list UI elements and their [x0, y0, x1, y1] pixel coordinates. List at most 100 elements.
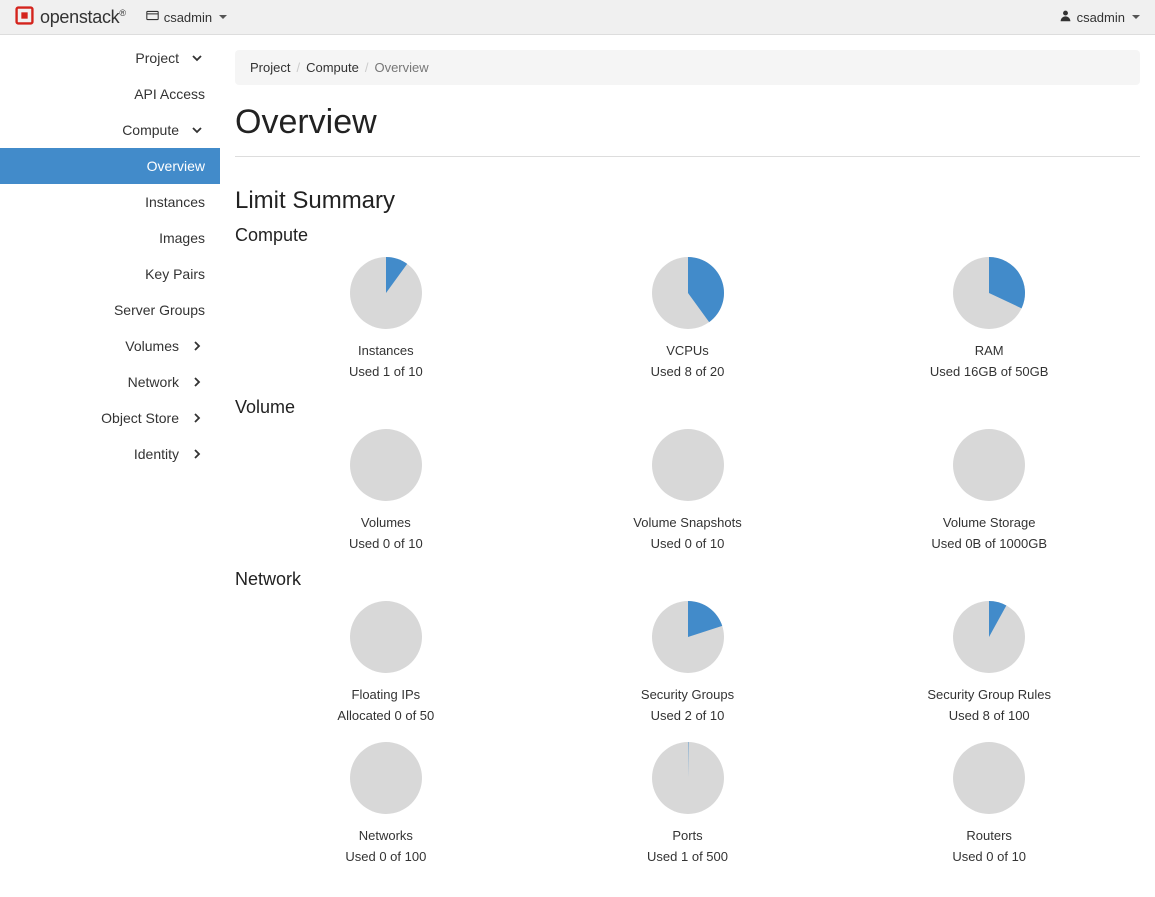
caret-down-icon [219, 15, 227, 19]
domain-selector[interactable]: csadmin [146, 9, 227, 25]
nav-link-overview[interactable]: Overview [0, 148, 220, 184]
user-name: csadmin [1077, 10, 1125, 25]
quota-group-title: Volume [235, 397, 1140, 418]
limit-summary-title: Limit Summary [235, 187, 1140, 215]
quota-label: Networks [359, 828, 413, 843]
quota-label: Volume Storage [943, 515, 1036, 530]
quota-usage: Used 2 of 10 [651, 708, 725, 723]
quota-label: Floating IPs [352, 687, 421, 702]
quota-item-ram: RAM Used 16GB of 50GB [838, 256, 1140, 379]
quota-label: RAM [975, 343, 1004, 358]
nav-link-images[interactable]: Images [0, 220, 220, 256]
quota-item-instances: Instances Used 1 of 10 [235, 256, 537, 379]
quota-group-title: Network [235, 569, 1140, 590]
quota-pie-chart [349, 256, 423, 343]
quota-item-ports: Ports Used 1 of 500 [537, 741, 839, 864]
quota-label: Routers [966, 828, 1012, 843]
quota-label: Instances [358, 343, 414, 358]
quota-usage: Used 0 of 100 [345, 849, 426, 864]
quota-row: Volumes Used 0 of 10 Volume Snapshots Used … [235, 428, 1140, 551]
quota-pie-chart [349, 428, 423, 515]
nav-link-server-groups[interactable]: Server Groups [0, 292, 220, 328]
quota-usage: Used 0 of 10 [952, 849, 1026, 864]
chevron-down-icon [189, 125, 205, 135]
nav-group-volumes[interactable]: Volumes [0, 328, 220, 364]
nav-link-api-access[interactable]: API Access [0, 76, 220, 112]
nav-section-identity[interactable]: Identity [0, 436, 220, 472]
chevron-down-icon [189, 53, 205, 63]
quota-item-floating-ips: Floating IPs Allocated 0 of 50 [235, 600, 537, 723]
quota-pie-chart [651, 256, 725, 343]
quota-label: Ports [672, 828, 702, 843]
quota-pie-chart [651, 600, 725, 687]
nav-link-instances[interactable]: Instances [0, 184, 220, 220]
nav-group-label: Object Store [15, 410, 189, 426]
nav-link-key-pairs[interactable]: Key Pairs [0, 256, 220, 292]
quota-usage: Used 0 of 10 [349, 536, 423, 551]
nav-group-label: Network [15, 374, 189, 390]
quota-label: Volume Snapshots [633, 515, 741, 530]
logo-text: openstack® [40, 7, 126, 28]
nav-group-network[interactable]: Network [0, 364, 220, 400]
nav-section-label: Project [15, 50, 189, 66]
quota-pie-chart [349, 600, 423, 687]
quota-pie-chart [952, 600, 1026, 687]
user-menu[interactable]: csadmin [1059, 9, 1140, 25]
breadcrumb-item: Overview [374, 60, 428, 75]
quota-label: Volumes [361, 515, 411, 530]
quota-usage: Used 1 of 10 [349, 364, 423, 379]
breadcrumb-separator: / [296, 60, 300, 75]
logo[interactable]: openstack® [15, 6, 126, 28]
nav-section-project[interactable]: Project [0, 40, 220, 76]
quota-item-vcpus: VCPUsUsed 8 of 20 [537, 256, 839, 379]
quota-label: VCPUs [666, 343, 709, 358]
quota-label: Security Groups [641, 687, 734, 702]
quota-usage: Used 8 of 100 [949, 708, 1030, 723]
nav-group-label: Compute [15, 122, 189, 138]
domain-icon [146, 9, 159, 25]
chevron-right-icon [189, 413, 205, 423]
quota-item-volume-storage: Volume Storage Used 0B of 1000GB [838, 428, 1140, 551]
quota-pie-chart [952, 428, 1026, 515]
quota-pie-chart [952, 256, 1026, 343]
quota-row: Networks Used 0 of 100 Ports Used 1 of 500 R… [235, 741, 1140, 864]
breadcrumb-item[interactable]: Compute [306, 60, 359, 75]
nav-group-label: Volumes [15, 338, 189, 354]
quota-row: Floating IPs Allocated 0 of 50 Security Gr… [235, 600, 1140, 723]
sidebar: Project API Access Compute OverviewInstance… [0, 35, 220, 897]
chevron-right-icon [189, 341, 205, 351]
quota-item-networks: Networks Used 0 of 100 [235, 741, 537, 864]
quota-label: Security Group Rules [927, 687, 1051, 702]
domain-name: csadmin [164, 10, 212, 25]
openstack-logo-icon [15, 6, 34, 28]
nav-group-compute[interactable]: Compute [0, 112, 220, 148]
breadcrumb: Project / Compute / Overview [235, 50, 1140, 85]
quota-pie-chart [952, 741, 1026, 828]
quota-pie-chart [651, 741, 725, 828]
quota-usage: Used 0B of 1000GB [931, 536, 1047, 551]
topbar-left: openstack® csadmin [15, 6, 227, 28]
page-title: Overview [235, 103, 1140, 142]
quota-item-volumes: Volumes Used 0 of 10 [235, 428, 537, 551]
chevron-right-icon [189, 449, 205, 459]
quota-row: InstancesUsed 1 of 10VCPUsUsed 8 of 20RA… [235, 256, 1140, 379]
divider [235, 156, 1140, 157]
topbar: openstack® csadmin csadmin [0, 0, 1155, 35]
quota-usage: Used 16GB of 50GB [930, 364, 1049, 379]
quota-pie-chart [349, 741, 423, 828]
quota-usage: Used 0 of 10 [651, 536, 725, 551]
breadcrumb-separator: / [365, 60, 369, 75]
nav-group-object-store[interactable]: Object Store [0, 400, 220, 436]
quota-group-title: Compute [235, 225, 1140, 246]
quota-item-volume-snapshots: Volume Snapshots Used 0 of 10 [537, 428, 839, 551]
nav-section-label: Identity [15, 446, 189, 462]
quota-item-security-group-rules: Security Group Rules Used 8 of 100 [838, 600, 1140, 723]
chevron-right-icon [189, 377, 205, 387]
quota-item-security-groups: Security Groups Used 2 of 10 [537, 600, 839, 723]
user-icon [1059, 9, 1072, 25]
quota-usage: Used 1 of 500 [647, 849, 728, 864]
quota-usage: Allocated 0 of 50 [337, 708, 434, 723]
main-content: Project / Compute / Overview Overview Limit … [220, 35, 1155, 897]
quota-item-routers: Routers Used 0 of 10 [838, 741, 1140, 864]
breadcrumb-item[interactable]: Project [250, 60, 290, 75]
